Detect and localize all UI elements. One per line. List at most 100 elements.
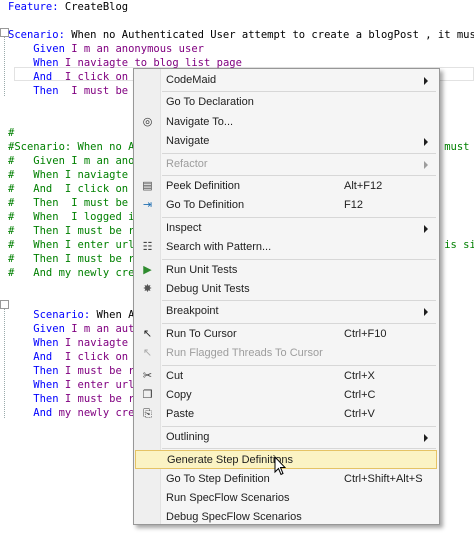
code-line[interactable]: And my newly crea: [8, 406, 140, 420]
code-token: When: [8, 337, 65, 349]
code-token: I m an auth: [71, 323, 141, 335]
menu-item-peek-definition[interactable]: ▤ Peek Definition Alt+F12: [135, 177, 437, 196]
menu-item-go-to-step-definition[interactable]: Go To Step Definition Ctrl+Shift+Alt+S: [135, 470, 437, 489]
code-token: I m an anonymous user: [71, 43, 204, 55]
menu-item-run-to-cursor[interactable]: ↖ Run To Cursor Ctrl+F10: [135, 325, 437, 344]
code-token: Given: [8, 43, 72, 55]
menu-item-label: Go To Definition: [166, 199, 245, 212]
menu-item-copy[interactable]: ❐ Copy Ctrl+C: [135, 386, 437, 405]
code-line[interactable]: Feature: CreateBlog: [8, 0, 128, 14]
code-line[interactable]: Then I must be re: [8, 364, 140, 378]
code-line[interactable]: # Then I must be re: [8, 252, 141, 266]
submenu-arrow-icon: [424, 308, 428, 317]
menu-item-label: Peek Definition: [166, 180, 240, 192]
code-token: When: [8, 57, 65, 69]
menu-item-label: Search with Pattern...: [166, 241, 272, 254]
code-line[interactable]: # Then I must be re: [8, 224, 141, 238]
code-line[interactable]: Given I m an auth: [8, 322, 141, 336]
code-token: # When I naviagte t: [8, 169, 141, 181]
menu-item-paste[interactable]: ⎘ Paste Ctrl+V: [135, 405, 437, 424]
code-token: I naviagte t: [64, 337, 141, 349]
code-line[interactable]: # Then I must be r: [8, 196, 141, 210]
menu-item-label: Run Flagged Threads To Cursor: [166, 347, 323, 360]
menu-item-breakpoint[interactable]: Breakpoint: [135, 302, 437, 321]
code-line[interactable]: # And I click on C: [8, 182, 141, 196]
submenu-arrow-icon: [424, 138, 428, 147]
code-token: Scenario:: [8, 29, 72, 41]
code-line[interactable]: #: [8, 126, 14, 140]
code-token: I must be r: [71, 85, 141, 97]
menu-item-go-to-declaration[interactable]: Go To Declaration: [135, 93, 437, 112]
code-token: And: [8, 351, 65, 363]
code-line[interactable]: And I click on C: [8, 70, 140, 84]
run-to-cursor-icon: ↖: [142, 327, 153, 340]
code-token: I click on C: [64, 351, 141, 363]
code-token: I must be re: [64, 393, 141, 405]
menu-item-label: Run Unit Tests: [166, 263, 238, 276]
menu-separator: [162, 91, 436, 93]
code-token: Then: [8, 85, 72, 97]
cut-icon: ✂: [142, 369, 153, 382]
menu-item-outlining[interactable]: Outlining: [135, 428, 437, 447]
code-line[interactable]: # When I naviagte t: [8, 168, 141, 182]
menu-item-go-to-definition[interactable]: ⇥ Go To Definition F12: [135, 196, 437, 215]
menu-item-search-with-pattern[interactable]: ☷ Search with Pattern...: [135, 238, 437, 257]
code-line[interactable]: # When I logged in: [8, 210, 141, 224]
menu-item-refactor: Refactor: [135, 155, 437, 174]
code-line[interactable]: # And my newly crea: [8, 266, 141, 280]
code-line[interactable]: Given I m an anonymous user: [8, 42, 204, 56]
menu-item-label: Outlining: [166, 430, 210, 443]
code-token: # When I logged in: [8, 211, 141, 223]
code-token: When no Authenticated User attempt to cr…: [71, 29, 474, 41]
menu-item-debug-specflow-scenarios[interactable]: Debug SpecFlow Scenarios: [135, 508, 437, 527]
menu-item-run-unit-tests[interactable]: ▶ Run Unit Tests: [135, 261, 437, 280]
code-line[interactable]: When I naviagte t: [8, 336, 141, 350]
menu-item-run-flagged-threads: ↖ Run Flagged Threads To Cursor: [135, 344, 437, 363]
menu-item-label: Run To Cursor: [166, 327, 237, 340]
debug-icon: ✸: [142, 283, 153, 295]
menu-item-label: Paste: [166, 408, 195, 421]
menu-separator: [162, 448, 436, 450]
menu-item-codemaid[interactable]: CodeMaid: [135, 71, 437, 90]
code-token: # Then I must be re: [8, 253, 141, 265]
code-token: # And my newly crea: [8, 267, 141, 279]
menu-item-shortcut: Ctrl+F10: [344, 327, 387, 340]
code-token: When: [8, 379, 65, 391]
code-token: Then: [8, 365, 65, 377]
code-line[interactable]: Then I must be re: [8, 392, 141, 406]
menu-item-shortcut: Alt+F12: [344, 180, 383, 192]
code-line[interactable]: Scenario: When no Authenticated User att…: [8, 28, 474, 42]
menu-item-label: Refactor: [166, 157, 208, 170]
code-line[interactable]: And I click on C: [8, 350, 141, 364]
menu-item-navigate[interactable]: Navigate: [135, 132, 437, 151]
menu-item-navigate-to[interactable]: ◎ Navigate To...: [135, 113, 437, 132]
menu-item-shortcut: Ctrl+C: [344, 389, 376, 401]
menu-item-run-specflow-scenarios[interactable]: Run SpecFlow Scenarios: [135, 489, 437, 508]
menu-item-generate-step-definitions[interactable]: Generate Step Definitions: [135, 450, 437, 470]
submenu-arrow-icon: [424, 433, 428, 442]
menu-item-label: Go To Step Definition: [166, 472, 270, 485]
code-token: # And I click on C: [8, 183, 141, 195]
code-token: Given: [8, 323, 72, 335]
code-token: #Scenario: When no Au: [8, 141, 141, 153]
code-token: #: [8, 127, 15, 139]
menu-item-debug-unit-tests[interactable]: ✸ Debug Unit Tests: [135, 280, 437, 299]
code-token: # When I enter url: [8, 239, 141, 251]
copy-icon: ❐: [142, 389, 153, 401]
code-line[interactable]: # Given I m an anon: [8, 154, 141, 168]
go-to-definition-icon: ⇥: [142, 199, 153, 212]
code-token: # Then I must be r: [8, 197, 141, 209]
menu-item-label: Navigate To...: [166, 115, 234, 128]
menu-separator: [162, 322, 436, 324]
peek-definition-icon: ▤: [142, 180, 153, 192]
code-token: Scenario:: [8, 309, 97, 321]
menu-item-cut[interactable]: ✂ Cut Ctrl+X: [135, 367, 437, 386]
code-line[interactable]: Then I must be r: [8, 84, 141, 98]
menu-item-label: Run SpecFlow Scenarios: [166, 492, 290, 504]
menu-item-inspect[interactable]: Inspect: [135, 219, 437, 238]
code-token: CreateBlog: [64, 1, 129, 13]
run-flagged-threads-icon: ↖: [142, 347, 153, 360]
menu-separator: [162, 300, 436, 302]
search-pattern-icon: ☷: [142, 241, 153, 254]
code-token: Feature:: [8, 1, 65, 13]
